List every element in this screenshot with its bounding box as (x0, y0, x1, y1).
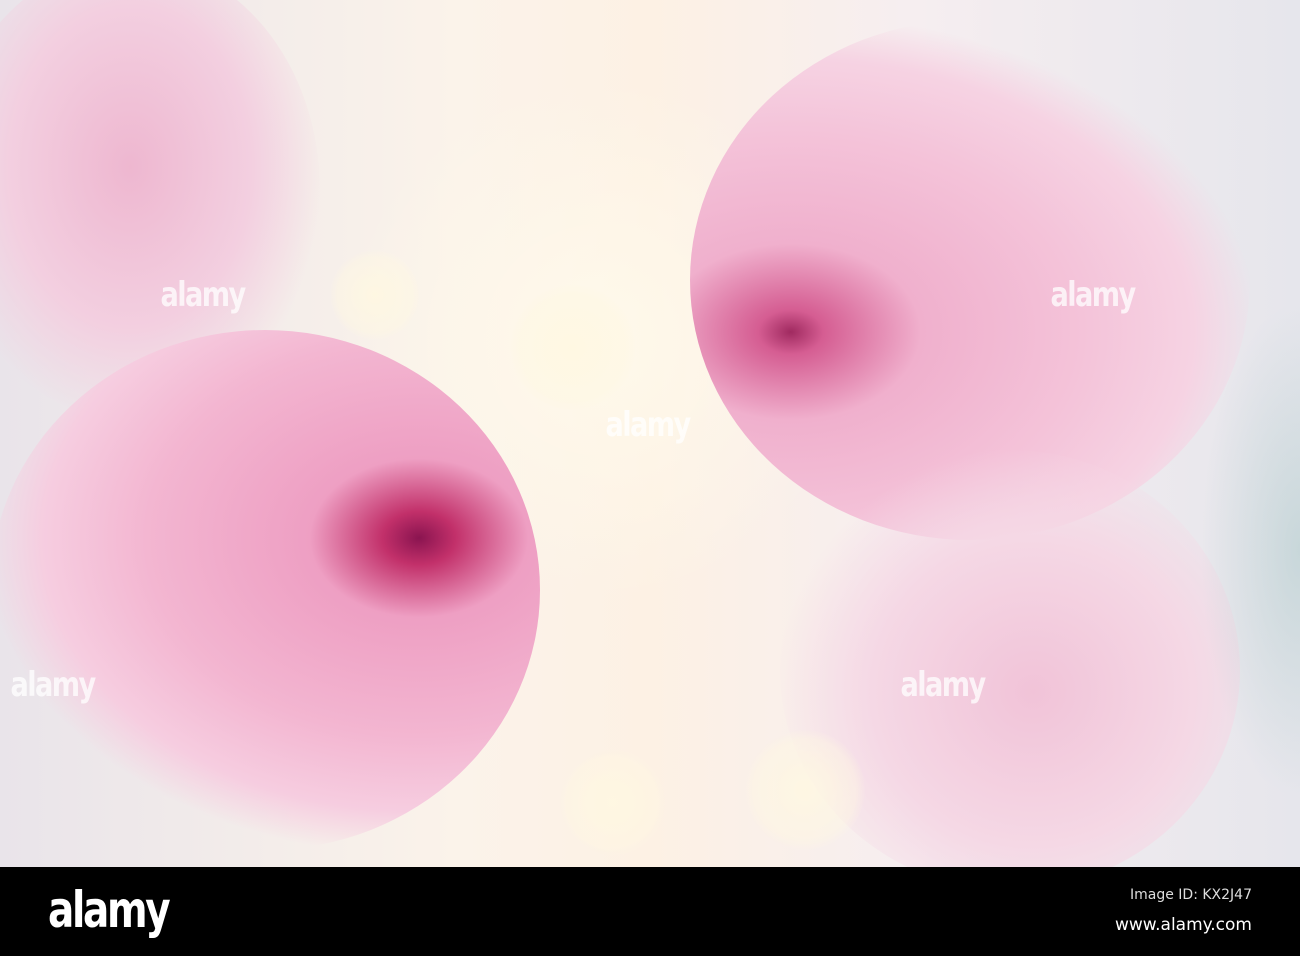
image-id: Image ID: KX2J47 (1130, 887, 1252, 903)
watermark: alamy (160, 275, 247, 315)
watermark: alamy (900, 665, 987, 705)
watermark: alamy (10, 665, 97, 705)
bokeh-light (510, 285, 635, 410)
flower-bottom-left (0, 330, 540, 850)
alamy-logo: alamy (48, 881, 171, 939)
watermark: alamy (1050, 275, 1137, 315)
footer-bar: alamy Image ID: KX2J47 www.alamy.com (0, 867, 1300, 956)
site-url: www.alamy.com (1114, 915, 1252, 935)
bokeh-light (560, 750, 665, 855)
flower-photo: alamy alamy alamy alamy alamy (0, 0, 1300, 867)
bokeh-light (330, 250, 420, 340)
bokeh-light (745, 730, 865, 850)
watermark: alamy (605, 405, 692, 445)
